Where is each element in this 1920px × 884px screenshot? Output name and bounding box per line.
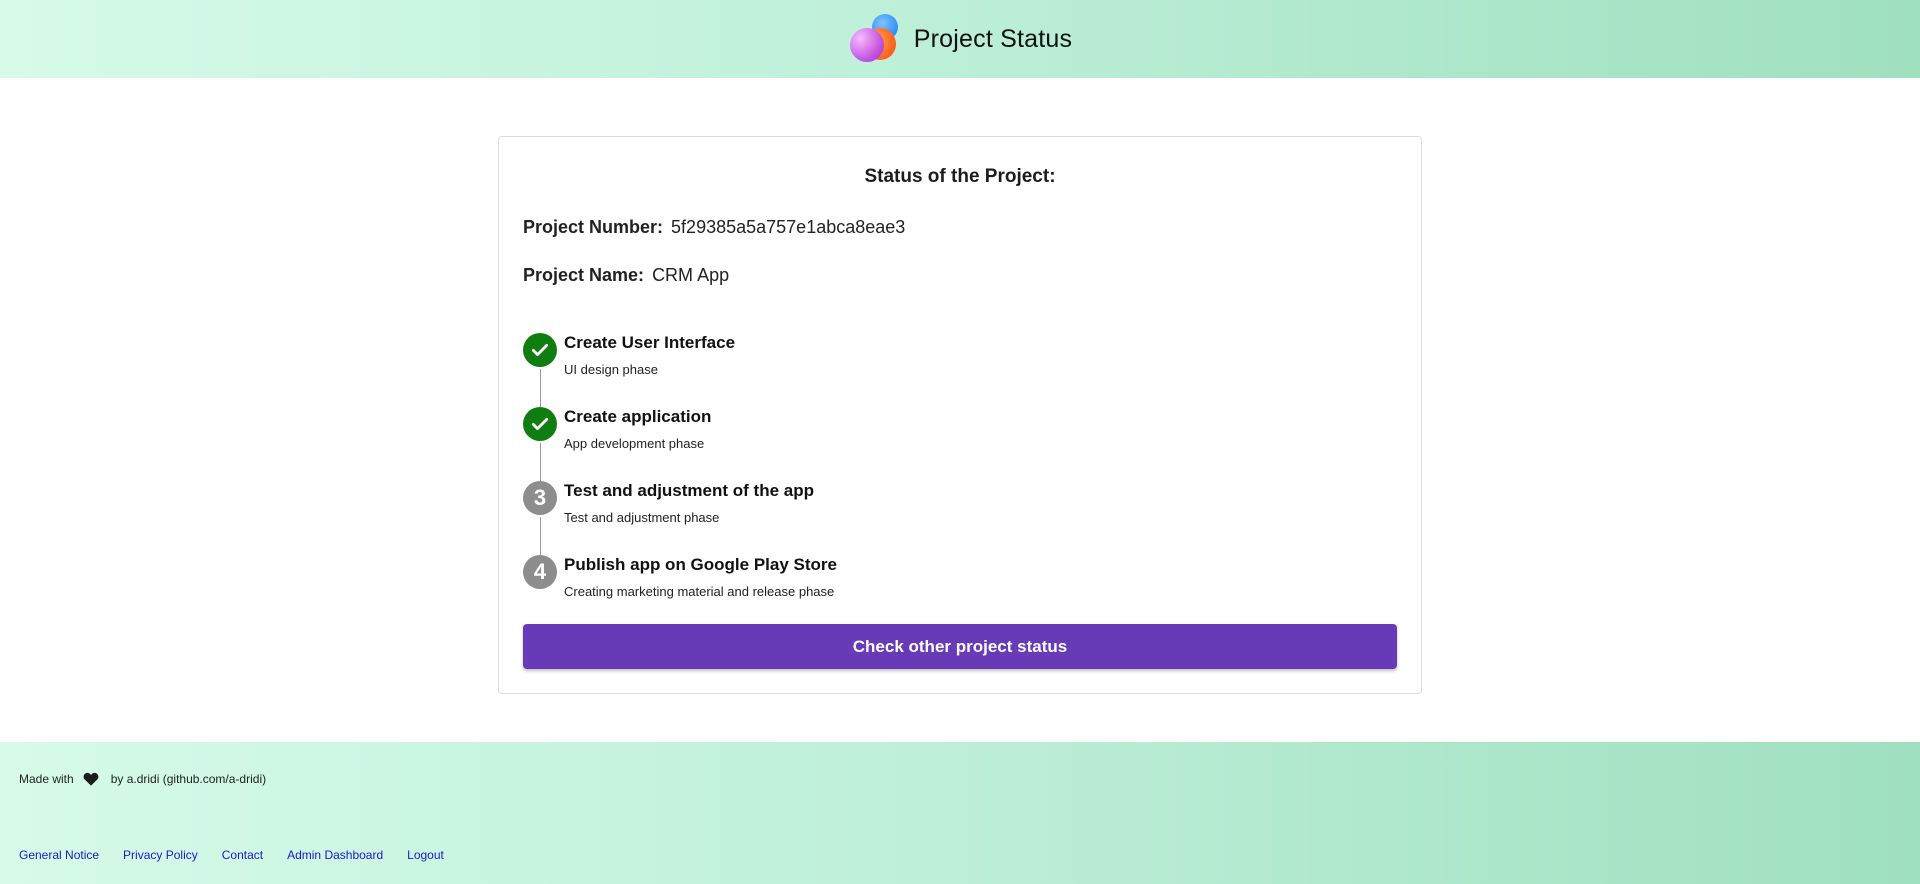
check-other-project-status-button[interactable]: Check other project status [523,624,1397,669]
project-name-label: Project Name: [523,265,645,285]
footer: Made with by a.dridi (github.com/a-dridi… [0,742,1920,884]
footer-link-general-notice[interactable]: General Notice [19,848,99,862]
step-3-badge: 3 [523,481,557,515]
step-subtitle: App development phase [564,436,705,451]
step-subtitle: UI design phase [564,362,658,377]
step-1-badge [523,333,557,367]
step-subtitle: Creating marketing material and release … [564,584,835,599]
made-with-credit: Made with by a.dridi (github.com/a-dridi… [19,772,266,786]
step-2-badge [523,407,557,441]
step-connector [540,369,541,407]
project-number-line: Project Number: 5f29385a5a757e1abca8eae3 [523,217,905,238]
heart-icon [83,772,99,786]
step-subtitle: Test and adjustment phase [564,510,720,525]
project-name-line: Project Name: CRM App [523,265,729,286]
footer-link-contact[interactable]: Contact [222,848,263,862]
project-number-value: 5f29385a5a757e1abca8eae3 [671,217,906,237]
footer-links: General Notice Privacy Policy Contact Ad… [19,848,444,862]
app-logo-icon [848,14,904,64]
top-bar: Project Status [0,0,1920,78]
step-connector [540,443,541,481]
step-2: Create application App development phase [523,407,1383,481]
step-title: Publish app on Google Play Store [564,555,837,574]
project-number-label: Project Number: [523,217,664,237]
made-with-suffix: by a.dridi (github.com/a-dridi) [110,772,267,786]
step-title: Test and adjustment of the app [564,481,814,500]
step-3: 3 Test and adjustment of the app Test an… [523,481,1383,555]
step-title: Create application [564,407,712,426]
step-connector [540,517,541,555]
project-status-card: Status of the Project: Project Number: 5… [498,136,1422,694]
project-name-value: CRM App [652,265,730,285]
footer-link-privacy-policy[interactable]: Privacy Policy [123,848,198,862]
step-4-badge: 4 [523,555,557,589]
logo-circle-purple [849,28,884,62]
check-icon [531,418,549,430]
footer-link-logout[interactable]: Logout [407,848,444,862]
step-4: 4 Publish app on Google Play Store Creat… [523,555,1383,615]
step-1: Create User Interface UI design phase [523,333,1383,407]
made-with-prefix: Made with [19,772,74,786]
step-title: Create User Interface [564,333,736,352]
footer-link-admin-dashboard[interactable]: Admin Dashboard [287,848,383,862]
check-icon [531,344,549,356]
page-title: Project Status [913,24,1073,53]
brand[interactable]: Project Status [848,14,1072,64]
card-heading: Status of the Project: [864,166,1056,187]
